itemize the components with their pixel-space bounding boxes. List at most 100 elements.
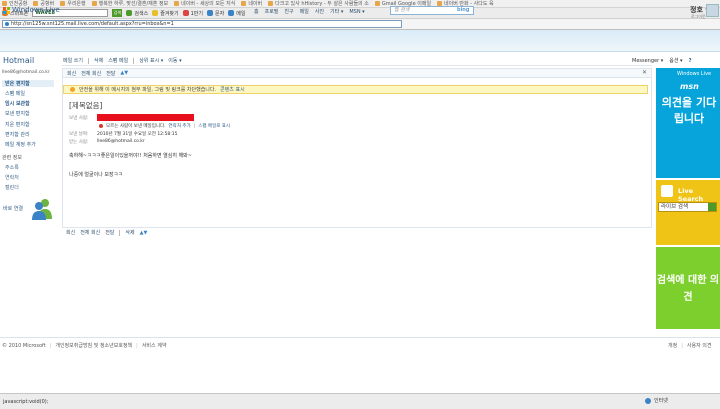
warning-icon [70,87,75,92]
help-icon[interactable]: ? [689,58,692,64]
reply-all-button[interactable]: 전체 회신 [81,70,101,77]
bookmark[interactable]: 다크고 있사 hHistory - 두 살은 사람들의 소 [268,0,369,7]
message-body-line: 나중에 얼굴이나 보장ㅋㅋ [69,172,123,178]
previous-next-arrows-icon[interactable]: ▲▼ [140,230,148,236]
msn-logo: msn [680,82,699,91]
message-subject: [제목없음] [69,101,103,110]
forward-button[interactable]: 전달 [105,229,114,236]
mail-icon [228,10,235,16]
account-link[interactable]: 개정 [668,342,677,349]
status-zone: 인터넷 [645,397,668,404]
date-label: 보낸 날짜: [69,132,89,137]
toolbar-item[interactable]: 검색스 [126,10,148,17]
sidebar-item-junk[interactable]: 스팸 메일 [5,90,25,97]
mark-spam-link[interactable]: 스팸 메일로 표시 [198,123,230,129]
bookmark-icon [60,1,66,6]
sidebar-item-address-book[interactable]: 주소록 [5,164,19,171]
status-bar: javascript:void(0); [0,393,720,409]
move-menu[interactable]: 이동 ▾ [168,57,181,64]
windows-flag-icon [3,6,10,14]
live-search-go-button[interactable] [708,203,716,211]
sidebar-item-contacts[interactable]: 연락처 [5,174,19,181]
junk-button[interactable]: 스팸 메일 [108,57,128,64]
user-email: llee86@hotmail.co.kr [2,70,50,75]
bookmark-icon [91,1,97,6]
status-url: javascript:void(0); [3,398,49,405]
sidebar-item-calendar[interactable]: 캘린더 [5,184,19,191]
live-search-icon [661,185,673,197]
toolbar-item[interactable]: 문자 [207,10,224,17]
sidebar-item-add-account[interactable]: 메일 계정 추가 [5,141,36,148]
star-icon [152,10,159,16]
sidebar-item-sent[interactable]: 보낸 편지함 [5,110,30,117]
bottom-message-toolbar: 회신 전체 회신 전달 삭제 ▲▼ [62,228,652,237]
bing-search-button[interactable]: bing [457,7,469,13]
nav-home[interactable]: 홈 [254,8,259,15]
options-menu[interactable]: 옵션 ▾ [669,57,682,64]
previous-next-arrows-icon[interactable]: ▲▼ [120,70,128,76]
sidebar-item-deleted[interactable]: 지운 편지함 [5,121,30,128]
bookmark[interactable]: 네이버 [241,0,262,7]
avatar[interactable] [706,4,719,17]
show-content-link[interactable]: 콘텐츠 표시 [220,86,245,93]
ad-feedback-text: 의견을 기다립니다 [661,96,717,125]
toolbar-item[interactable]: 메일 [228,10,245,17]
bookmark-icon [374,1,380,6]
messenger-menu[interactable]: Messenger ▾ [632,58,663,64]
hotmail-title[interactable]: Hotmail [3,56,34,65]
privacy-link[interactable]: 개인정보취급방침 및 청소년보호정책 [55,342,132,349]
ad-windows-live-label: Windows Live [677,71,712,77]
toolbar-item[interactable]: 즐겨찾기 [152,10,179,17]
forward-button[interactable]: 전달 [106,70,115,77]
bookmark-icon [174,1,180,6]
nav-photos[interactable]: 사진 [315,8,324,15]
bookmark[interactable]: 우리은행 [60,0,86,7]
new-mail-button[interactable]: 메일 쓰기 [63,57,83,64]
sidebar-section-related: 관련 정보 [2,155,22,161]
gift-icon [182,10,189,16]
sidebar-item-drafts[interactable]: 임시 보관함 [5,100,30,107]
delete-button[interactable]: 삭제 [125,229,134,236]
nav-more[interactable]: 기타 ▾ [330,8,343,15]
bookmark[interactable]: 네이버 - 세상의 모든 지식 [174,0,235,7]
alert-icon [99,124,103,128]
terms-link[interactable]: 서비스 계약 [142,342,167,349]
delete-button[interactable]: 삭제 [94,57,103,64]
feedback-link[interactable]: 사용자 의견 [687,342,712,349]
divider [119,229,121,236]
message-icon [207,10,214,16]
search-feedback-text: 검색에 대한 의견 [656,275,720,303]
reply-button[interactable]: 회신 [66,229,75,236]
sidebar-item-inbox[interactable]: 받은 편지함 [2,80,54,87]
windows-live-logo[interactable]: Windows Live [3,6,60,14]
nav-friends[interactable]: 친구 [284,8,293,15]
messenger-buddy-icon[interactable] [32,198,52,220]
toolbar-item[interactable]: 1만기 [182,10,203,17]
divider [88,57,89,64]
sidebar-item-manage-folders[interactable]: 편지함 관리 [5,131,30,138]
blocked-content-warning: 안전을 위해 이 메시지의 첨부 파일, 그림 및 링크를 차단했습니다. 콘텐… [63,85,648,94]
command-bar: 메일 쓰기 삭제 스팸 메일 상위 표시 ▾ 이동 ▾ [62,56,652,66]
mark-menu[interactable]: 상위 표시 ▾ [139,57,163,64]
reply-button[interactable]: 회신 [67,70,76,77]
to-label: 받는 사람: [69,140,89,145]
globe-icon [645,397,651,404]
redacted-sender [97,114,194,121]
copyright: © 2010 Microsoft [2,342,46,349]
bookmark-icon [241,1,247,6]
toolbar-search-button[interactable]: 검색 [112,9,123,17]
close-icon[interactable]: ✕ [642,69,647,76]
live-search-title: Live Search [678,187,704,203]
add-contact-link[interactable]: 연락처 추가 [169,123,191,129]
url-field[interactable]: http://sn125w.snt125.mail.live.com/defau… [2,20,402,28]
messenger-connect-link[interactable]: 바로 연결 [3,205,23,212]
nav-mail[interactable]: 메일 [300,8,309,15]
reply-all-button[interactable]: 전체 회신 [80,229,100,236]
windows-live-header [0,30,720,52]
message-body-line: 축하해~ㅋㅋㅋ좋은일이있을꺼야!! 처음하면 열심히 해봐~ [69,153,192,159]
nav-msn[interactable]: MSN ▾ [349,9,364,15]
bookmark[interactable]: 행복한 하루, 맞선/결혼/재혼 정보 [91,0,168,7]
sign-out-link[interactable]: 로그아웃 [691,14,706,20]
nav-profile[interactable]: 프로필 [265,8,279,15]
from-label: 보낸 사람: [69,116,89,121]
